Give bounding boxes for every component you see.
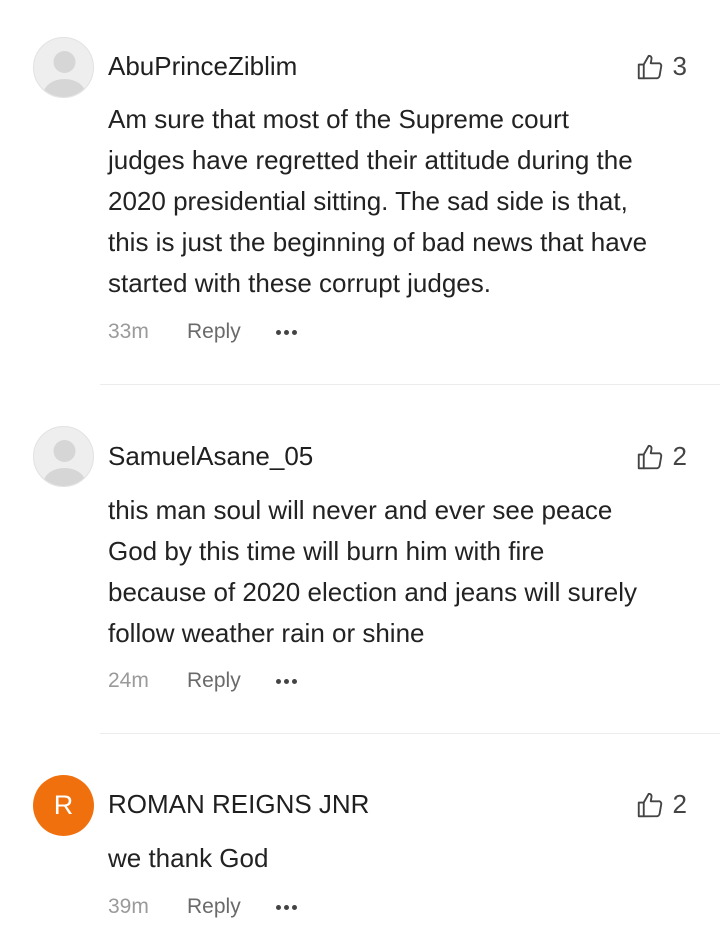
comment-timestamp: 39m — [108, 895, 149, 918]
comment-text: we thank God — [108, 838, 698, 879]
thumbs-up-icon — [637, 792, 662, 817]
avatar[interactable]: R — [33, 775, 94, 836]
reply-button[interactable]: Reply — [187, 895, 276, 919]
comment-username[interactable]: ROMAN REIGNS JNR — [108, 789, 369, 820]
more-options-icon[interactable] — [276, 897, 297, 917]
like-button[interactable]: 2 — [635, 789, 687, 820]
comment-item: R ROMAN REIGNS JNR 2 we thank God 39m Re… — [0, 0, 720, 941]
comment-meta: 39m Reply — [108, 895, 297, 919]
comment-text-line: we thank God — [108, 843, 269, 873]
like-count: 2 — [672, 789, 687, 819]
